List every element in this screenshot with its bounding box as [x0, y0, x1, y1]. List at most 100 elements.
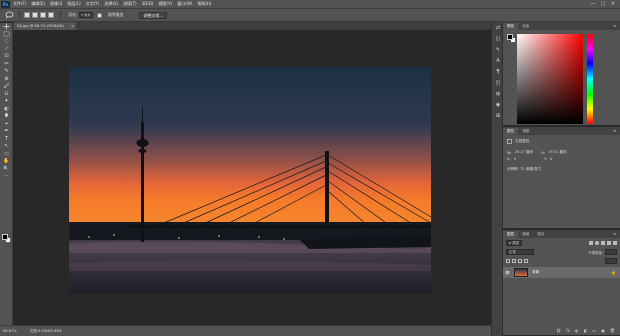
blur-tool[interactable]: ⬮	[0, 113, 13, 121]
foreground-color-swatch[interactable]	[2, 234, 8, 240]
layer-kind-filter[interactable]: ρ 类型	[506, 240, 523, 246]
gradient-tool[interactable]: ◐	[0, 106, 13, 114]
pen-tool[interactable]: ✒	[0, 128, 13, 136]
close-tab-icon[interactable]: ×	[71, 22, 74, 30]
properties-title-row: 文档属性	[507, 139, 616, 144]
fg-swatch[interactable]	[507, 34, 513, 40]
healing-tool[interactable]: ⊕	[0, 76, 13, 84]
layer-style-icon[interactable]: fx	[566, 328, 570, 333]
layer-name[interactable]: 背景	[532, 270, 539, 275]
type-tool[interactable]: T	[0, 136, 13, 144]
shape-tool[interactable]: ▭	[0, 151, 13, 159]
new-layer-icon[interactable]: ▣	[601, 328, 605, 333]
eye-icon[interactable]: 👁	[503, 270, 512, 275]
brush-tool[interactable]: 🖌	[0, 83, 13, 91]
crop-tool[interactable]: ⊡	[0, 53, 13, 61]
menu-select[interactable]: 选择(S)	[104, 1, 118, 7]
path-select-tool[interactable]: ↖	[0, 143, 13, 151]
add-selection-button[interactable]	[32, 12, 38, 18]
x-value[interactable]: 0	[514, 157, 516, 161]
lasso-icon	[5, 11, 14, 19]
fg-bg-swatches[interactable]	[507, 34, 517, 44]
lock-all-icon[interactable]	[524, 259, 528, 263]
tab-swatches[interactable]: 色板	[518, 23, 533, 30]
x-label: X:	[507, 157, 511, 161]
marquee-tool[interactable]	[0, 31, 13, 39]
adjustment-layer-icon[interactable]: ◧	[584, 328, 588, 333]
tab-adjustments[interactable]: 调整	[518, 128, 533, 135]
more-tools[interactable]: ⋯	[0, 173, 13, 181]
subtract-selection-button[interactable]	[40, 12, 46, 18]
new-selection-button[interactable]	[24, 12, 30, 18]
intersect-selection-button[interactable]	[48, 12, 54, 18]
lock-pixels-icon[interactable]	[512, 259, 516, 263]
menu-view[interactable]: 视图(V)	[158, 1, 172, 7]
refine-edge-button[interactable]: 调整边缘...	[139, 11, 168, 19]
lasso-tool[interactable]: ◌	[0, 38, 13, 46]
menu-items: 文件(F) 编辑(E) 图像(I) 图层(L) 文字(Y) 选择(S) 滤镜(T…	[13, 1, 216, 7]
group-icon[interactable]: ▭	[592, 328, 596, 333]
eyedropper-tool[interactable]: ✎	[0, 68, 13, 76]
close-button[interactable]: ✕	[608, 1, 618, 7]
menu-file[interactable]: 文件(F)	[13, 1, 26, 7]
blend-mode-select[interactable]: 正常	[506, 249, 534, 255]
opacity-input[interactable]	[605, 249, 617, 255]
eraser-tool[interactable]: ✦	[0, 98, 13, 106]
pixel-filter-icon[interactable]	[589, 241, 593, 245]
dodge-tool[interactable]: ⌖	[0, 121, 13, 129]
tab-layers[interactable]: 图层	[503, 231, 519, 238]
menu-window[interactable]: 窗口(W)	[177, 1, 192, 7]
slice-tool[interactable]: ✂	[0, 61, 13, 69]
menu-3d[interactable]: 3D(D)	[142, 1, 154, 7]
menu-layer[interactable]: 图层(L)	[67, 1, 80, 7]
document-tab[interactable]: DJI.jpg @ 66.7% (RGB/8#) ×	[14, 22, 76, 30]
feather-input[interactable]: 0 像素	[79, 12, 94, 18]
delete-layer-icon[interactable]: 🗑	[610, 328, 615, 333]
hue-slider[interactable]	[587, 34, 593, 124]
history-brush-tool[interactable]: ⎌	[0, 91, 13, 99]
document-image[interactable]	[69, 67, 431, 293]
zoom-level[interactable]: 66.67%	[3, 329, 17, 333]
move-tool[interactable]	[0, 23, 13, 31]
panel-menu-icon[interactable]: ≡	[609, 231, 620, 238]
lock-transparent-icon[interactable]	[506, 259, 510, 263]
menu-edit[interactable]: 编辑(E)	[31, 1, 45, 7]
hand-tool[interactable]: ✋	[0, 158, 13, 166]
width-value[interactable]: 29.27 厘米	[515, 150, 534, 155]
height-value[interactable]: 19.51 厘米	[548, 150, 567, 155]
layer-thumbnail	[514, 268, 528, 277]
panel-menu-icon[interactable]: ≡	[609, 128, 620, 135]
shape-filter-icon[interactable]	[607, 241, 611, 245]
panel-menu-icon[interactable]: ≡	[609, 23, 620, 30]
quick-select-tool[interactable]: ⟋	[0, 46, 13, 54]
lock-position-icon[interactable]	[518, 259, 522, 263]
type-filter-icon[interactable]	[601, 241, 605, 245]
tab-properties[interactable]: 属性	[503, 128, 519, 135]
smart-filter-icon[interactable]	[613, 241, 617, 245]
menu-image[interactable]: 图像(I)	[50, 1, 62, 7]
mask-icon[interactable]: ◐	[575, 328, 579, 333]
tab-channels[interactable]: 通道	[518, 231, 533, 238]
fill-input[interactable]	[605, 258, 617, 264]
menu-filter[interactable]: 滤镜(T)	[123, 1, 137, 7]
options-bar: 羽化: 0 像素 消除锯齿 调整边缘...	[0, 8, 620, 22]
menu-help[interactable]: 帮助(H)	[197, 1, 211, 7]
tool-preset-picker[interactable]	[4, 10, 15, 20]
tab-color[interactable]: 颜色	[503, 23, 519, 30]
tools-panel: ◌ ⟋ ⊡ ✂ ✎ ⊕ 🖌 ⎌ ✦ ◐ ⬮ ⌖ ✒ T ↖ ▭ ✋ 🔍 ⋯	[0, 23, 13, 325]
adjust-filter-icon[interactable]	[595, 241, 599, 245]
maximize-button[interactable]: □	[598, 1, 608, 7]
canvas-area[interactable]	[13, 30, 491, 325]
layer-row-background[interactable]: 👁 背景 🔒	[503, 267, 620, 278]
minimize-button[interactable]: —	[588, 1, 598, 7]
tab-paths[interactable]: 路径	[533, 231, 548, 238]
link-layers-icon[interactable]: ⛓	[556, 328, 561, 333]
width-label: W:	[507, 150, 512, 155]
document-tab-title: DJI.jpg @ 66.7% (RGB/8#)	[17, 24, 65, 28]
y-value[interactable]: 0	[550, 157, 552, 161]
antialias-checkbox[interactable]	[97, 12, 103, 18]
menu-type[interactable]: 文字(Y)	[86, 1, 100, 7]
saturation-brightness-field[interactable]	[517, 34, 583, 124]
antialias-label: 消除锯齿	[107, 12, 124, 17]
zoom-tool[interactable]: 🔍	[0, 166, 13, 174]
